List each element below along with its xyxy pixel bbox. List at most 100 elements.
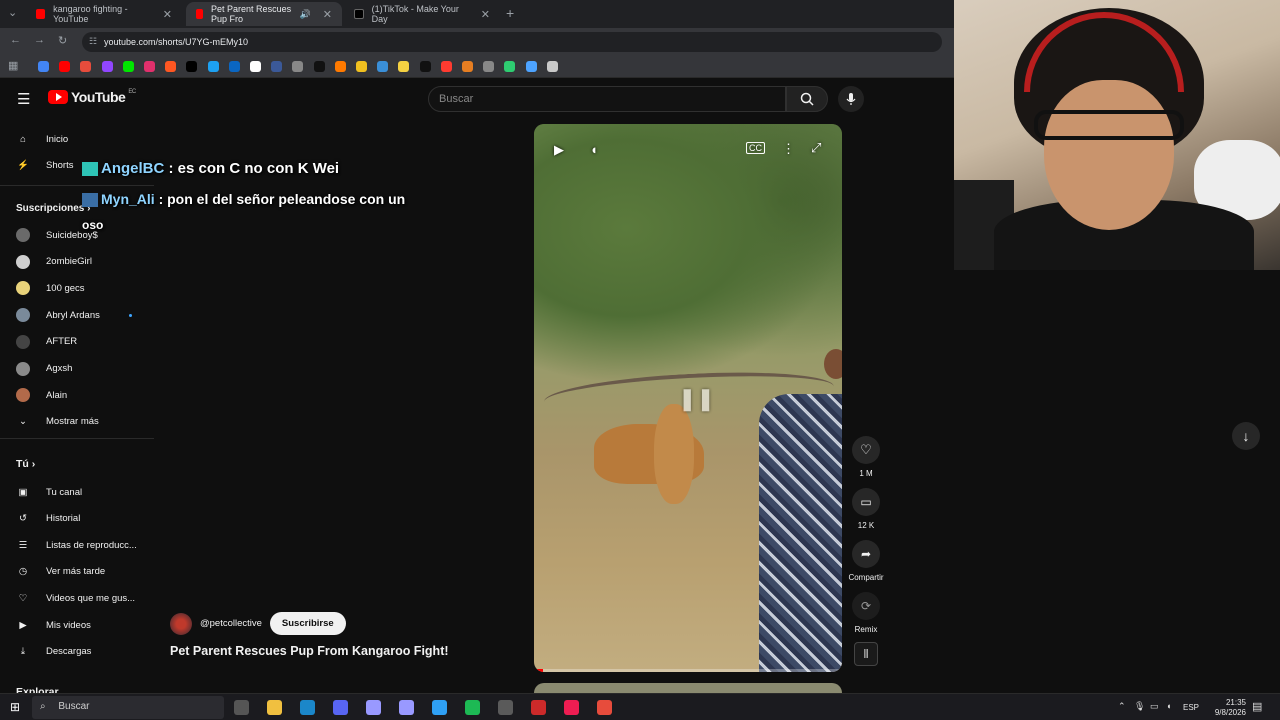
bookmark-favicon-icon[interactable] [80, 61, 92, 72]
sidebar-item-you[interactable]: ♡ Videos que me gus... [0, 585, 150, 611]
windows-start-icon[interactable]: ⊞ [10, 700, 20, 714]
volume-icon[interactable]: ◖ [590, 142, 598, 157]
youtube-logo[interactable]: YouTube EC [48, 89, 136, 105]
tray-chevron-icon[interactable]: ⌃ [1118, 701, 1126, 712]
taskbar-app-icon[interactable] [366, 700, 381, 715]
tab-pet-parent[interactable]: Pet Parent Rescues Pup Fro 🔊 ✕ [186, 2, 342, 26]
tab-list-icon[interactable]: ⌄ [8, 6, 17, 19]
new-tab-icon[interactable]: + [506, 5, 514, 21]
you-heading[interactable]: Tú › [16, 458, 35, 470]
voice-search-button[interactable] [838, 86, 864, 112]
bookmark-favicon-icon[interactable] [377, 61, 389, 72]
url-field[interactable]: ☷ youtube.com/shorts/U7YG-mEMy10 [82, 32, 942, 52]
bookmark-favicon-icon[interactable] [419, 61, 431, 72]
sidebar-item-inicio[interactable]: ⌂ Inicio [0, 126, 150, 152]
bookmark-favicon-icon[interactable] [38, 61, 49, 72]
taskbar-app-icon[interactable] [234, 700, 249, 715]
bookmark-favicon-icon[interactable] [462, 61, 473, 72]
taskbar-app-icon[interactable] [333, 700, 348, 715]
search-input[interactable]: Buscar [428, 86, 786, 112]
sidebar-item-you[interactable]: ◷ Ver más tarde [0, 559, 150, 585]
bookmark-favicon-icon[interactable] [313, 61, 325, 72]
like-button[interactable]: ♡ [852, 436, 880, 464]
show-more-button[interactable]: ⌄ Mostrar más [0, 408, 150, 434]
taskbar-app-icon[interactable] [300, 700, 315, 715]
taskbar-app-icon[interactable] [267, 700, 282, 715]
close-tab-icon[interactable]: ✕ [163, 8, 172, 21]
bookmark-favicon-icon[interactable] [292, 61, 304, 72]
captions-icon[interactable]: CC [746, 142, 765, 154]
bookmark-favicon-icon[interactable] [504, 61, 516, 72]
subscriptions-heading[interactable]: Suscripciones › [16, 203, 90, 214]
taskbar-app-icon[interactable] [564, 700, 579, 715]
apps-grid-icon[interactable]: ▦ [8, 59, 18, 72]
sidebar-subscription-item[interactable]: Agxsh [0, 356, 150, 382]
bookmark-favicon-icon[interactable] [101, 61, 113, 72]
network-icon[interactable]: ▭ [1150, 701, 1159, 712]
audio-playing-icon[interactable]: 🔊 [300, 9, 311, 20]
more-options-icon[interactable]: ⋮ [782, 141, 795, 157]
back-icon[interactable]: ← [10, 34, 21, 46]
sidebar-subscription-item[interactable]: Suicideboy$ [0, 222, 150, 248]
fullscreen-icon[interactable]: ⤢ [811, 140, 821, 156]
sidebar-item-you[interactable]: ⤓ Descargas [0, 639, 150, 665]
sidebar-subscription-item[interactable]: Alain [0, 382, 150, 408]
sidebar-subscription-item[interactable]: 100 gecs [0, 275, 150, 301]
share-button[interactable]: ➦ [852, 540, 880, 568]
bookmark-favicon-icon[interactable] [334, 61, 346, 72]
language-indicator[interactable]: ESP [1183, 703, 1199, 712]
channel-handle[interactable]: @petcollective [200, 618, 262, 629]
play-icon[interactable]: ▶ [554, 142, 564, 158]
bookmark-favicon-icon[interactable] [122, 61, 134, 72]
bookmark-favicon-icon[interactable] [186, 61, 198, 72]
sidebar-subscription-item[interactable]: AFTER [0, 329, 150, 355]
sidebar-item-you[interactable]: ☰ Listas de reproducc... [0, 532, 150, 558]
sidebar-item-you[interactable]: ↺ Historial [0, 506, 150, 532]
channel-avatar[interactable] [170, 612, 192, 635]
taskbar-app-icon[interactable] [465, 700, 480, 715]
bookmark-favicon-icon[interactable] [398, 61, 410, 72]
sidebar-item-you[interactable]: ▶ Mis videos [0, 612, 150, 638]
taskbar-search[interactable]: ⌕ Buscar [32, 696, 224, 719]
taskbar-app-icon[interactable] [498, 700, 513, 715]
volume-icon[interactable]: ◖ [1166, 701, 1171, 711]
taskbar-app-icon[interactable] [399, 700, 414, 715]
bookmark-favicon-icon[interactable] [271, 61, 283, 72]
forward-icon[interactable]: → [34, 34, 45, 46]
bookmark-favicon-icon[interactable] [483, 61, 495, 72]
clock[interactable]: 21:35 9/8/2026 [1215, 698, 1246, 718]
bookmark-favicon-icon[interactable] [356, 61, 367, 72]
microphone-icon[interactable]: 🎙 [1134, 701, 1145, 712]
notifications-icon[interactable]: ▤ [1252, 700, 1262, 713]
bookmark-favicon-icon[interactable] [144, 61, 155, 72]
video-progress-bar[interactable] [534, 669, 842, 672]
sound-button[interactable]: ⫼ [854, 642, 878, 666]
subscribe-button[interactable]: Suscribirse [269, 612, 346, 635]
bookmark-favicon-icon[interactable] [207, 61, 219, 72]
taskbar-app-icon[interactable] [597, 700, 612, 715]
close-tab-icon[interactable]: ✕ [323, 8, 332, 21]
taskbar-app-icon[interactable] [432, 700, 447, 715]
bookmark-favicon-icon[interactable] [525, 61, 537, 72]
sidebar-subscription-item[interactable]: 2ombieGirl [0, 249, 150, 275]
next-short-button[interactable]: ↓ [1232, 422, 1260, 450]
bookmark-favicon-icon[interactable] [228, 61, 240, 72]
shorts-video-player[interactable]: ▶ ◖ CC ⋮ ⤢ ❚❚ [534, 124, 842, 672]
menu-icon[interactable]: ☰ [17, 90, 30, 108]
tab-tiktok[interactable]: (1)TikTok - Make Your Day ✕ [344, 2, 500, 26]
search-button[interactable] [786, 86, 828, 112]
tab-kangaroo-fighting[interactable]: kangaroo fighting - YouTube ✕ [26, 2, 182, 26]
remix-button[interactable]: ⟳ [852, 592, 880, 620]
bookmark-favicon-icon[interactable] [165, 61, 177, 72]
bookmark-favicon-icon[interactable] [546, 61, 558, 72]
taskbar-app-icon[interactable] [531, 700, 546, 715]
bookmark-favicon-icon[interactable] [440, 61, 452, 72]
sidebar-subscription-item[interactable]: Abryl Ardans [0, 302, 150, 328]
bookmark-favicon-icon[interactable] [250, 61, 261, 72]
reload-icon[interactable]: ↻ [58, 34, 67, 47]
bookmark-favicon-icon[interactable] [59, 61, 71, 72]
comments-button[interactable]: ▭ [852, 488, 880, 516]
site-info-icon[interactable]: ☷ [89, 36, 97, 47]
close-tab-icon[interactable]: ✕ [481, 8, 490, 21]
sidebar-item-you[interactable]: ▣ Tu canal [0, 479, 150, 505]
